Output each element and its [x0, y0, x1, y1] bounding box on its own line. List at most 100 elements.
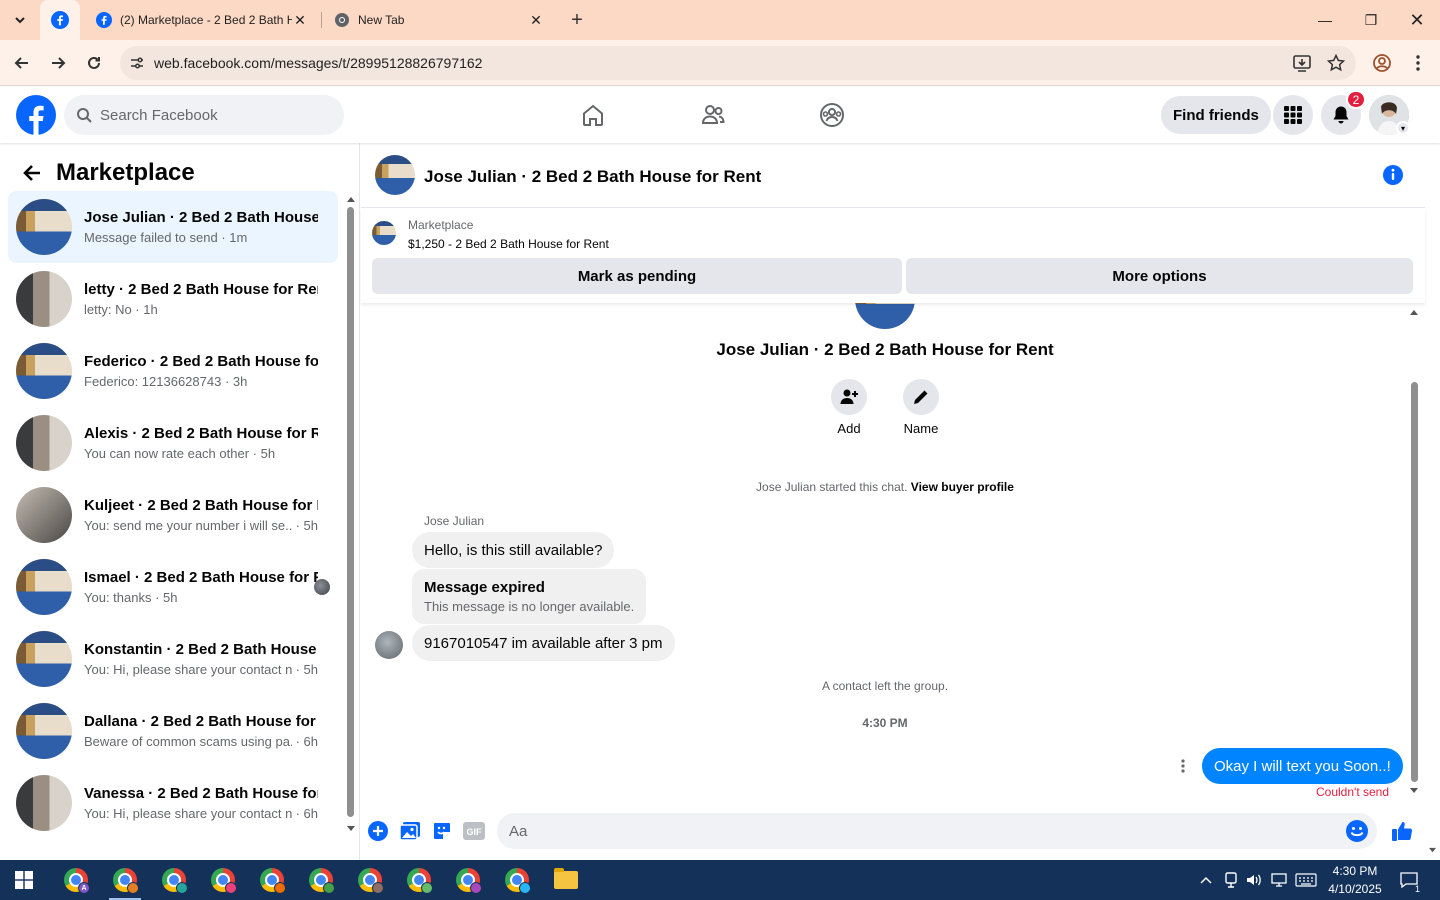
expired-message[interactable]: Message expired This message is no longe… [412, 569, 647, 624]
scrollbar-thumb[interactable] [1411, 382, 1418, 782]
taskbar-file-explorer[interactable] [542, 860, 590, 900]
system-clock[interactable]: 4:30 PM 4/10/2025 [1316, 862, 1394, 898]
menu-button[interactable] [1273, 95, 1313, 135]
minimize-button[interactable]: — [1302, 0, 1348, 40]
send-like-button[interactable] [1390, 819, 1414, 843]
search-input[interactable] [100, 106, 320, 124]
more-actions-button[interactable] [366, 819, 390, 843]
conversation-item[interactable]: Vanessa · 2 Bed 2 Bath House for Rent Yo… [8, 767, 338, 839]
conversation-item[interactable]: Jose Julian · 2 Bed 2 Bath House for Ren… [8, 191, 338, 263]
incoming-message[interactable]: 9167010547 im available after 3 pm [412, 625, 675, 661]
nav-home[interactable] [577, 99, 609, 131]
send-error-status[interactable]: Couldn't send [1316, 785, 1389, 799]
message-input-box[interactable] [497, 813, 1377, 849]
conversation-item[interactable]: Ismael · 2 Bed 2 Bath House for Rent You… [8, 551, 338, 623]
facebook-logo-icon[interactable] [16, 95, 56, 135]
gif-button[interactable]: GIF [462, 819, 486, 843]
taskbar-chrome-app[interactable] [150, 860, 198, 900]
nav-friends[interactable] [697, 99, 729, 131]
scroll-up-arrow-icon[interactable] [346, 195, 356, 203]
site-info-icon[interactable] [120, 55, 154, 71]
page-scrollbar[interactable] [1425, 87, 1440, 860]
pinned-tab-facebook[interactable] [40, 0, 80, 40]
taskbar-chrome-app[interactable] [346, 860, 394, 900]
conversation-item[interactable]: Dallana · 2 Bed 2 Bath House for Rent Be… [8, 695, 338, 767]
sticker-button[interactable] [430, 819, 454, 843]
browser-menu-button[interactable] [1405, 50, 1431, 76]
close-icon[interactable]: ✕ [528, 12, 544, 28]
action-center-button[interactable]: 1 [1396, 860, 1422, 900]
volume-button[interactable] [1244, 860, 1264, 900]
forward-button[interactable] [45, 50, 71, 76]
taskbar-chrome-app[interactable] [444, 860, 492, 900]
taskbar-chrome-app[interactable]: A [52, 860, 100, 900]
address-bar[interactable]: web.facebook.com/messages/t/289951288267… [120, 46, 1356, 80]
network-button[interactable] [1268, 860, 1290, 900]
chevron-up-icon [1200, 876, 1212, 884]
scroll-up-arrow-icon[interactable] [1409, 308, 1419, 316]
facebook-search-box[interactable] [64, 95, 344, 135]
find-friends-button[interactable]: Find friends [1161, 96, 1271, 134]
taskbar-chrome-app[interactable] [248, 860, 296, 900]
name-chat-action[interactable]: Name [891, 379, 951, 436]
kebab-menu-icon [1416, 55, 1420, 71]
profile-button[interactable] [1369, 50, 1395, 76]
scroll-down-arrow-icon[interactable] [1428, 847, 1437, 854]
taskbar-chrome-app[interactable] [493, 860, 541, 900]
chat-title[interactable]: Jose Julian · 2 Bed 2 Bath House for Ren… [424, 167, 761, 187]
scroll-down-arrow-icon[interactable] [1409, 787, 1419, 795]
back-button[interactable] [16, 157, 48, 189]
message-more-button[interactable] [1173, 753, 1193, 779]
conversation-item[interactable]: Federico · 2 Bed 2 Bath House for Rent F… [8, 335, 338, 407]
back-button[interactable] [9, 50, 35, 76]
attach-photo-button[interactable] [398, 819, 422, 843]
conversation-item[interactable]: Konstantin · 2 Bed 2 Bath House for Rent… [8, 623, 338, 695]
tab-new-tab[interactable]: New Tab ✕ [322, 0, 556, 40]
clock-date: 4/10/2025 [1328, 882, 1382, 896]
install-app-icon[interactable] [1292, 53, 1312, 73]
action-center-count: 1 [1414, 884, 1420, 894]
show-hidden-icons-button[interactable] [1196, 860, 1216, 900]
scrollbar-thumb[interactable] [347, 207, 354, 817]
start-button[interactable] [0, 860, 48, 900]
listing-thumbnail[interactable] [372, 221, 396, 245]
conversation-name: Vanessa · 2 Bed 2 Bath House for Rent [84, 785, 318, 802]
sidebar-scrollbar[interactable] [344, 195, 356, 835]
conversation-item[interactable]: Alexis · 2 Bed 2 Bath House for Rent You… [8, 407, 338, 479]
tab-marketplace[interactable]: (2) Marketplace - 2 Bed 2 Bath House for… [84, 0, 320, 40]
sticker-icon [434, 823, 450, 839]
listing-description[interactable]: $1,250 - 2 Bed 2 Bath House for Rent [408, 237, 609, 251]
mark-as-pending-button[interactable]: Mark as pending [372, 258, 902, 294]
taskbar-chrome-app[interactable] [101, 860, 149, 900]
tray-device-icon[interactable] [1221, 860, 1241, 900]
conversation-item[interactable]: letty · 2 Bed 2 Bath House for Rent lett… [8, 263, 338, 335]
chat-scrollbar[interactable] [1407, 308, 1421, 803]
maximize-button[interactable]: ❐ [1348, 0, 1394, 40]
conversation-item[interactable]: Kuljeet · 2 Bed 2 Bath House for Rent Yo… [8, 479, 338, 551]
emoji-icon[interactable] [1345, 819, 1369, 843]
chat-avatar[interactable] [375, 155, 415, 195]
bookmark-star-icon[interactable] [1326, 53, 1346, 73]
new-tab-button[interactable]: + [566, 8, 588, 32]
taskbar-chrome-app[interactable] [199, 860, 247, 900]
incoming-message[interactable]: Hello, is this still available? [412, 532, 615, 568]
reload-button[interactable] [81, 50, 107, 76]
info-icon[interactable] [1381, 163, 1405, 187]
close-window-button[interactable]: ✕ [1394, 0, 1440, 40]
listing-thumbnail [16, 559, 72, 615]
clock-time: 4:30 PM [1332, 864, 1378, 878]
close-icon[interactable]: ✕ [292, 12, 308, 28]
outgoing-message[interactable]: Okay I will text you Soon..! [1202, 748, 1403, 784]
add-people-action[interactable]: Add [819, 379, 879, 436]
taskbar-chrome-app[interactable] [395, 860, 443, 900]
kebab-menu-icon [1181, 759, 1185, 773]
view-buyer-profile-link[interactable]: View buyer profile [911, 480, 1014, 494]
taskbar-chrome-app[interactable] [297, 860, 345, 900]
sender-avatar[interactable] [375, 631, 403, 659]
message-input[interactable] [509, 822, 1329, 840]
nav-groups[interactable] [816, 99, 848, 131]
more-options-button[interactable]: More options [906, 258, 1413, 294]
tab-search-button[interactable] [8, 8, 32, 32]
chevron-down-icon[interactable]: ▾ [1396, 121, 1410, 135]
scroll-down-arrow-icon[interactable] [346, 825, 356, 833]
